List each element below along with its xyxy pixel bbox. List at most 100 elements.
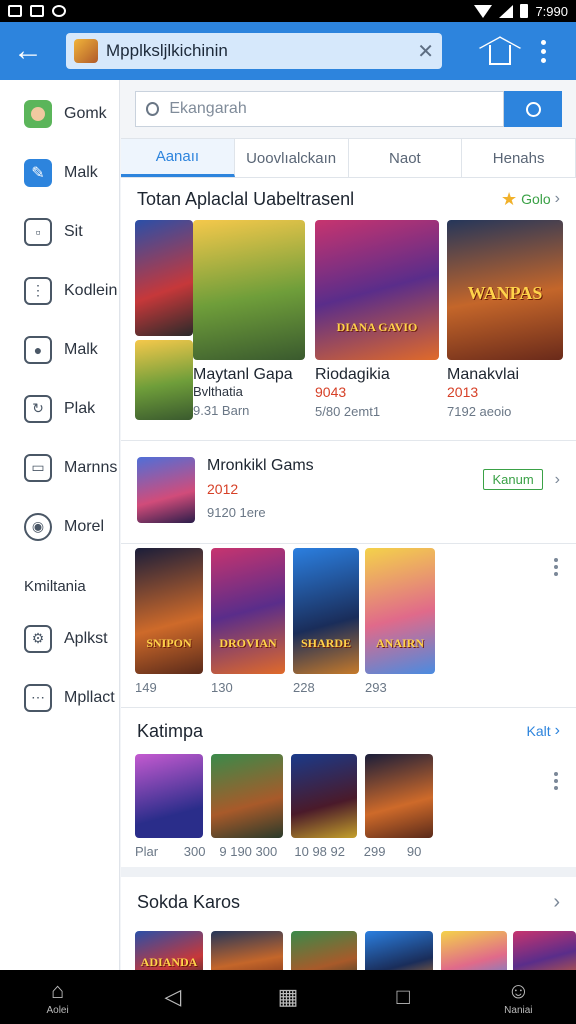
section-title: Sokda Karos — [137, 891, 241, 912]
recents-nav-button[interactable]: □ — [368, 985, 438, 1009]
screen: 7:990 ← Mpplksljlkichinin ✕ Gomk ✎ Malk … — [0, 0, 576, 1024]
section-title: Katimpa — [137, 720, 204, 741]
sidebar-item-morel[interactable]: ◉ Morel — [0, 497, 119, 556]
sidebar-item-label: Mpllact — [64, 688, 115, 706]
game-thumbnail[interactable] — [135, 754, 203, 838]
game-label: 149 — [135, 680, 157, 695]
sidebar-item-marnns[interactable]: ▭ Marnns — [0, 438, 119, 497]
home-icon: ⌂ — [50, 977, 65, 1003]
more-options-icon[interactable] — [554, 772, 558, 790]
search-box — [135, 91, 504, 127]
app-bar: ← Mpplksljlkichinin ✕ — [0, 22, 576, 80]
game-card[interactable]: DROVIAN 130 — [211, 548, 285, 695]
thumbnail-strip: Plar 300 9 190 300 10 98 92 299 90 — [121, 754, 576, 867]
back-nav-button[interactable]: ◁ — [138, 985, 208, 1009]
account-nav-button[interactable]: ☺ Naniai — [483, 977, 553, 1016]
sidebar-item-mpllact[interactable]: ⋯ Mpllact — [0, 668, 119, 727]
system-icons: 7:990 — [474, 4, 568, 19]
avatar-icon — [24, 99, 52, 128]
status-bar: 7:990 — [0, 0, 576, 22]
wifi-icon — [474, 4, 493, 18]
see-all-link[interactable]: Kalt › — [527, 722, 560, 740]
game-label: 293 — [365, 680, 387, 695]
settings-icon: ◉ — [24, 512, 52, 541]
home-icon[interactable] — [480, 31, 520, 71]
app-card[interactable]: WANPAS Manakvlai 2013 7192 aeoio — [447, 220, 565, 419]
message-notification-icon — [30, 5, 44, 17]
game-thumbnail[interactable] — [211, 754, 283, 838]
sidebar-item-label: Gomk — [64, 104, 107, 122]
sidebar-item-plak[interactable]: ↻ Plak — [0, 379, 119, 438]
person-icon: ☺ — [507, 977, 530, 1003]
game-card[interactable]: ANAIRN 293 — [365, 548, 435, 695]
tools-icon: ⚙ — [24, 624, 52, 653]
see-all-label: Kalt — [526, 723, 551, 739]
tab-aanaii[interactable]: Aanaıı — [121, 139, 235, 177]
game-thumbnail: WANPAS — [447, 220, 563, 360]
search-button[interactable] — [504, 91, 562, 127]
home-nav-label: Aolei — [46, 1004, 69, 1016]
apps-nav-button[interactable]: ▦ — [253, 985, 323, 1009]
address-bar[interactable]: Mpplksljlkichinin ✕ — [66, 33, 442, 69]
game-thumbnail[interactable] — [291, 754, 357, 838]
app-year: 2013 — [447, 384, 479, 400]
chevron-right-icon[interactable]: › — [553, 891, 560, 914]
app-meta: 5/80 2emt1 — [315, 404, 381, 419]
game-thumbnail — [137, 457, 195, 523]
star-icon: ★ — [500, 188, 518, 209]
recents-square-icon: □ — [396, 984, 410, 1009]
section-header: Katimpa Kalt › — [121, 708, 576, 754]
sidebar-item-aplkst[interactable]: ⚙ Aplkst — [0, 609, 119, 668]
category-label: 9 190 300 — [219, 844, 278, 859]
game-thumbnail — [135, 220, 193, 336]
tab-uoovlialckain[interactable]: Uoovlıalckaın — [235, 139, 349, 177]
tab-naot[interactable]: Naot — [349, 139, 463, 177]
game-card[interactable]: SNIPON 149 — [135, 548, 205, 695]
sidebar-item-kodlein[interactable]: ⋮ Kodlein — [0, 261, 119, 320]
main-content: Aanaıı Uoovlıalckaın Naot Henahs Totan A… — [121, 80, 576, 987]
category-section: Katimpa Kalt › Plar 300 9 190 300 10 98 … — [121, 708, 576, 867]
notification-icons — [8, 5, 66, 17]
tab-henahs[interactable]: Henahs — [462, 139, 576, 177]
more-options-icon[interactable] — [554, 558, 558, 576]
game-thumbnail: SNIPON — [135, 548, 203, 674]
section-header: Sokda Karos › — [121, 877, 576, 927]
app-subtitle: Bvlthatia — [193, 384, 243, 399]
refresh-icon: ↻ — [24, 394, 52, 423]
app-card-small[interactable] — [135, 220, 193, 420]
back-triangle-icon: ◁ — [164, 984, 182, 1009]
navigation-bar: ⌂ Aolei ◁ ▦ □ ☺ Naniai — [0, 970, 576, 1024]
thumbnail-caption: ANAIRN — [376, 636, 424, 651]
sidebar-item-malk-2[interactable]: ● Malk — [0, 320, 119, 379]
back-arrow-icon[interactable]: ← — [0, 22, 56, 80]
sidebar-item-label: Morel — [64, 517, 105, 535]
signal-icon — [499, 4, 514, 18]
sidebar-item-label: Aplkst — [64, 629, 108, 647]
sidebar-item-malk[interactable]: ✎ Malk — [0, 143, 119, 202]
featured-grid: Maytanl Gapa Bvlthatia 9.31 Barn DIANA G… — [121, 220, 576, 482]
sidebar-item-sit[interactable]: ▫ Sit — [0, 202, 119, 261]
thumbnail-caption: SNIPON — [146, 636, 192, 651]
overflow-menu-icon[interactable] — [528, 39, 558, 63]
thumbnail-caption: SHARDE — [300, 636, 351, 651]
sidebar-item-label: Marnns — [64, 458, 118, 476]
app-year: 2012 — [207, 481, 239, 497]
game-thumbnail — [193, 220, 305, 360]
sidebar-item-label: Sit — [64, 222, 83, 240]
featured-section: Totan Aplaclal Uabeltrasenl ★ Golo › May… — [121, 178, 576, 441]
sidebar-item-label: Kodlein — [64, 281, 118, 299]
battery-icon — [520, 4, 529, 18]
see-all-link[interactable]: ★ Golo › — [501, 189, 560, 210]
app-card[interactable]: Maytanl Gapa Bvlthatia 9.31 Barn — [193, 220, 309, 418]
clock: 7:990 — [535, 3, 568, 19]
image-notification-icon — [8, 5, 22, 17]
sidebar-item-gomk[interactable]: Gomk — [0, 84, 119, 143]
search-row — [121, 80, 576, 138]
app-card[interactable]: DIANA GAVIO Riodagikia 9043 5/80 2emt1 — [315, 220, 441, 419]
search-input[interactable] — [169, 100, 493, 118]
sidebar-item-label: Malk — [64, 163, 98, 181]
close-icon[interactable]: ✕ — [417, 39, 434, 64]
home-nav-button[interactable]: ⌂ Aolei — [23, 977, 93, 1016]
game-thumbnail[interactable] — [365, 754, 433, 838]
game-card[interactable]: SHARDE 228 — [293, 548, 359, 695]
